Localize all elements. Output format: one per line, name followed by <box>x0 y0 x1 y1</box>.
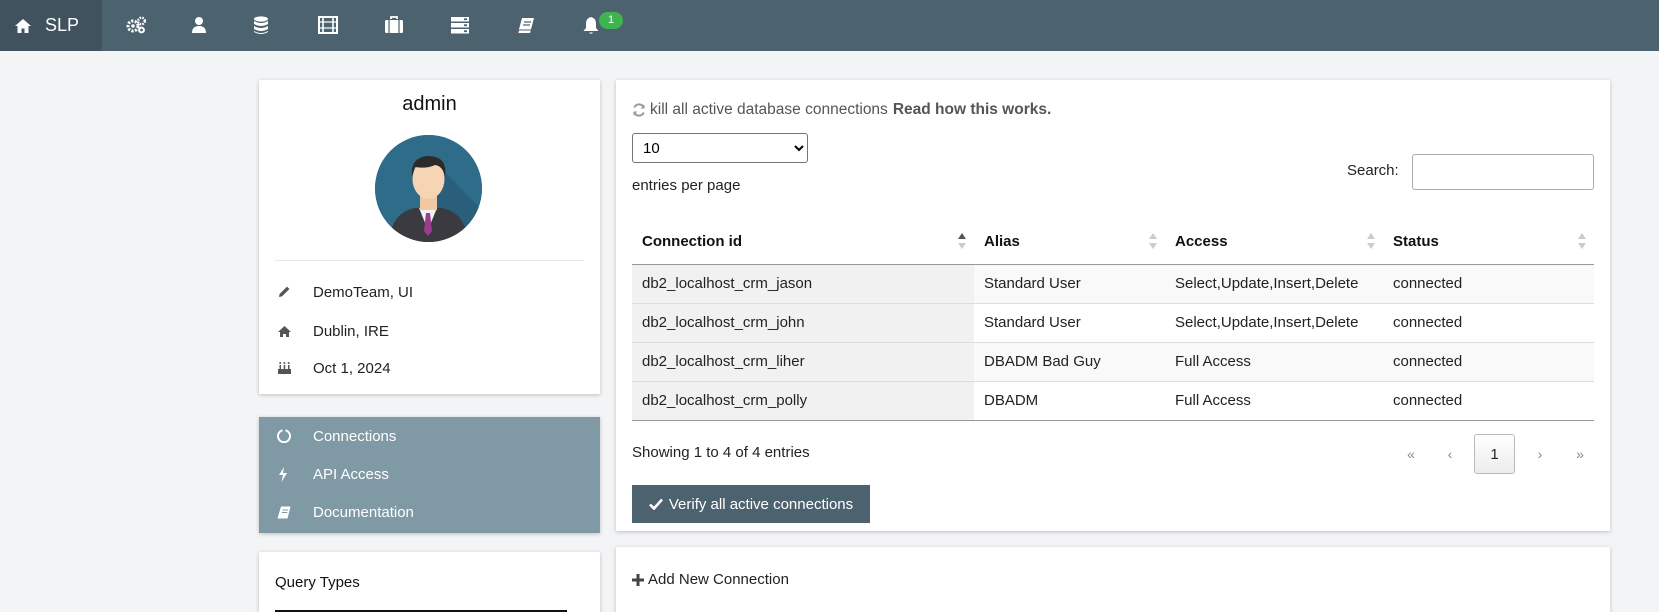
cell-access: Full Access <box>1165 381 1383 421</box>
cell-status: connected <box>1383 381 1594 421</box>
sort-asc-icon <box>958 233 966 251</box>
user-icon[interactable] <box>188 15 210 35</box>
cell-status: connected <box>1383 264 1594 304</box>
film-icon[interactable] <box>317 15 339 35</box>
column-header-alias[interactable]: Alias <box>974 220 1165 265</box>
sidemenu-label: Documentation <box>313 503 414 521</box>
database-icon[interactable] <box>250 15 272 35</box>
table-row[interactable]: db2_localhost_crm_polly DBADM Full Acces… <box>632 381 1594 421</box>
sidemenu-label: API Access <box>313 465 389 483</box>
table-row[interactable]: db2_localhost_crm_john Standard User Sel… <box>632 303 1594 343</box>
sort-icon <box>1367 233 1375 251</box>
cell-connection-id: db2_localhost_crm_john <box>632 303 974 343</box>
circle-notch-icon <box>275 429 313 443</box>
cell-status: connected <box>1383 342 1594 382</box>
sidemenu-item-documentation[interactable]: Documentation <box>275 501 414 523</box>
search-label: Search: <box>1347 162 1399 179</box>
side-menu: Connections API Access Documentation <box>259 417 600 533</box>
read-how-link[interactable]: Read how this works. <box>893 101 1051 119</box>
sort-icon <box>1149 233 1157 251</box>
entries-per-page-select[interactable]: 10 25 50 100 <box>632 133 808 163</box>
check-icon <box>648 498 663 510</box>
profile-date: Oct 1, 2024 <box>275 357 391 379</box>
table-info: Showing 1 to 4 of 4 entries <box>632 444 810 461</box>
home-icon <box>14 18 32 34</box>
column-header-connection-id[interactable]: Connection id <box>632 220 974 265</box>
kill-connections-row: kill all active database connections Rea… <box>632 101 1051 119</box>
cell-alias: DBADM <box>974 381 1165 421</box>
column-label: Connection id <box>642 233 742 251</box>
sort-icon <box>1578 233 1586 251</box>
cell-access: Select,Update,Insert,Delete <box>1165 264 1383 304</box>
pager-next[interactable]: › <box>1530 434 1550 474</box>
pager-last[interactable]: » <box>1570 434 1590 474</box>
sidemenu-item-api-access[interactable]: API Access <box>275 463 389 485</box>
bolt-icon <box>275 466 313 482</box>
profile-divider <box>275 260 584 261</box>
sidemenu-item-connections[interactable]: Connections <box>275 425 396 447</box>
table-row[interactable]: db2_localhost_crm_jason Standard User Se… <box>632 264 1594 304</box>
add-connection-card: Add New Connection <box>616 547 1610 612</box>
team-label: DemoTeam, UI <box>313 283 414 301</box>
home-icon <box>275 325 313 338</box>
column-header-status[interactable]: Status <box>1383 220 1594 265</box>
column-label: Access <box>1175 233 1228 251</box>
avatar <box>375 135 482 242</box>
connections-table: Connection id Alias Access Status db2_lo… <box>632 220 1594 421</box>
query-types-title: Query Types <box>275 574 360 591</box>
column-label: Alias <box>984 233 1020 251</box>
cell-alias: Standard User <box>974 303 1165 343</box>
entries-per-page-label: entries per page <box>632 177 741 194</box>
cell-status: connected <box>1383 303 1594 343</box>
brand-name: SLP <box>45 15 80 35</box>
briefcase-icon[interactable] <box>383 15 405 35</box>
book-icon[interactable] <box>515 15 537 35</box>
birthday-cake-icon <box>275 361 313 375</box>
pager-current-page[interactable]: 1 <box>1474 434 1515 474</box>
profile-team: DemoTeam, UI <box>275 281 413 303</box>
date-label: Oct 1, 2024 <box>313 359 391 377</box>
cell-alias: Standard User <box>974 264 1165 304</box>
book-icon <box>275 506 313 519</box>
sidemenu-label: Connections <box>313 427 397 445</box>
cell-connection-id: db2_localhost_crm_jason <box>632 264 974 304</box>
add-connection-label: Add New Connection <box>648 571 789 588</box>
verify-label: Verify all active connections <box>668 495 854 513</box>
cell-alias: DBADM Bad Guy <box>974 342 1165 382</box>
search-input[interactable] <box>1412 154 1594 190</box>
username: admin <box>402 93 457 115</box>
pager-first[interactable]: « <box>1401 434 1421 474</box>
cell-connection-id: db2_localhost_crm_liher <box>632 342 974 382</box>
cogs-icon[interactable] <box>125 15 147 35</box>
refresh-icon[interactable] <box>632 103 646 117</box>
verify-connections-button[interactable]: Verify all active connections <box>632 485 870 523</box>
cell-access: Full Access <box>1165 342 1383 382</box>
column-header-access[interactable]: Access <box>1165 220 1383 265</box>
column-label: Status <box>1393 233 1439 251</box>
top-navbar: SLP 1 <box>0 0 1659 51</box>
brand-home-link[interactable]: SLP <box>0 0 102 51</box>
notification-badge: 1 <box>599 12 623 29</box>
location-label: Dublin, IRE <box>313 322 389 340</box>
plus-icon <box>632 573 644 586</box>
pencil-icon <box>275 285 313 299</box>
cell-connection-id: db2_localhost_crm_polly <box>632 381 974 421</box>
kill-connections-link[interactable]: kill all active database connections <box>650 101 888 119</box>
query-types-card: Query Types <box>259 552 600 612</box>
profile-location: Dublin, IRE <box>275 320 389 342</box>
cell-access: Select,Update,Insert,Delete <box>1165 303 1383 343</box>
table-header-row: Connection id Alias Access Status <box>632 220 1594 265</box>
profile-card: admin DemoTeam, UI Dublin, IRE Oct 1, 20… <box>259 80 600 394</box>
add-connection-link[interactable]: Add New Connection <box>632 571 789 588</box>
table-row[interactable]: db2_localhost_crm_liher DBADM Bad Guy Fu… <box>632 342 1594 382</box>
pager-prev[interactable]: ‹ <box>1440 434 1460 474</box>
connections-card: kill all active database connections Rea… <box>616 80 1610 531</box>
server-icon[interactable] <box>449 15 471 35</box>
